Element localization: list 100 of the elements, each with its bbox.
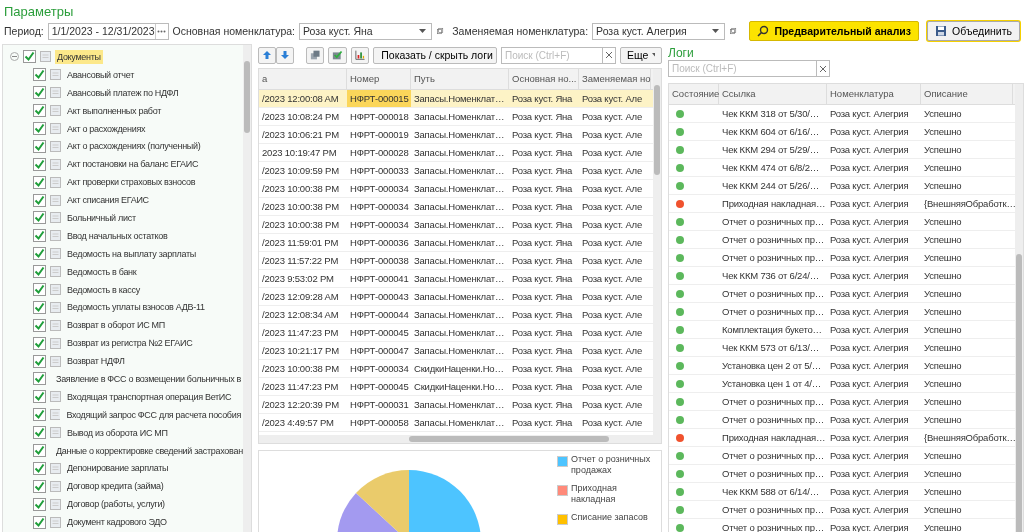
scrollbar[interactable] <box>653 69 661 443</box>
scrollbar[interactable] <box>1015 84 1023 532</box>
column-header[interactable]: Номер <box>347 69 411 89</box>
column-header[interactable]: Путь <box>411 69 509 89</box>
checkbox[interactable] <box>33 175 46 189</box>
column-header[interactable]: Описание <box>921 84 1013 104</box>
tree-item[interactable]: Ведомость на выплату зарплаты <box>65 246 198 261</box>
table-row[interactable]: /2023 12:20:39 PM НФРТ-000031 Запасы.Номенклат… Роза куст. Яна Роза куст. Але <box>259 396 653 414</box>
tree-item[interactable]: Возврат в оборот ИС МП <box>65 318 167 333</box>
tree-item[interactable]: Акт о расхождениях <box>65 121 148 136</box>
scrollbar[interactable] <box>259 435 653 443</box>
tree-item[interactable]: Акт списания ЕГАИС <box>65 193 151 208</box>
tree-item[interactable]: Ведомость в кассу <box>65 282 142 297</box>
more-button[interactable]: Еще <box>619 46 662 64</box>
search-field[interactable]: Поиск (Ctrl+F) <box>668 60 817 77</box>
column-header[interactable]: а <box>259 69 347 89</box>
tree-item[interactable]: Акт постановки на баланс ЕГАИС <box>65 157 201 172</box>
tree-item[interactable]: Депонирование зарплаты <box>65 461 171 476</box>
table-row[interactable]: /2023 10:00:38 PM НФРТ-000034 Запасы.Номенклат… Роза куст. Яна Роза куст. Але <box>259 216 653 234</box>
column-header[interactable]: Состояние <box>669 84 719 104</box>
checkbox[interactable] <box>23 50 36 64</box>
checkbox[interactable] <box>33 211 46 225</box>
table-row[interactable]: /2023 11:59:01 PM НФРТ-000036 Запасы.Номенклат… Роза куст. Яна Роза куст. Але <box>259 234 653 252</box>
tree-item[interactable]: Договор кредита (займа) <box>65 479 166 494</box>
tree-item[interactable]: Входящая транспортная операция ВетИС <box>65 389 234 404</box>
tree-item[interactable]: Возврат НДФЛ <box>65 354 127 369</box>
copy-button[interactable] <box>306 46 325 64</box>
table-row[interactable]: /2023 9:53:02 PM НФРТ-000041 Запасы.Номенклат… Роза куст. Яна Роза куст. Але <box>259 270 653 288</box>
tree-item[interactable]: Документ кадрового ЭДО <box>65 515 169 530</box>
tree-item[interactable]: Акт проверки страховых взносов <box>65 175 198 190</box>
tree-item[interactable]: Больничный лист <box>65 210 138 225</box>
table-row[interactable]: /2023 4:49:57 PM НФРТ-000058 Запасы.Номенклат… Роза куст. Яна Роза куст. Але <box>259 414 653 432</box>
checkbox[interactable] <box>33 390 46 404</box>
checkbox[interactable] <box>33 157 46 171</box>
checkbox[interactable] <box>33 265 46 279</box>
move-down-button[interactable] <box>276 46 294 64</box>
table-row[interactable]: /2023 10:09:59 PM НФРТ-000033 Запасы.Номенклат… Роза куст. Яна Роза куст. Але <box>259 162 653 180</box>
clear-button[interactable] <box>817 60 830 77</box>
checkbox[interactable] <box>33 122 46 135</box>
table-row[interactable]: /2023 11:47:23 PM НФРТ-000045 СкидкиНаценки.Но… Роза куст. Яна Роза куст. Але <box>259 378 653 396</box>
tree-item[interactable]: Входящий запрос ФСС для расчета пособия <box>64 407 243 422</box>
tree-item[interactable]: Авансовый платеж по НДФЛ <box>65 85 181 100</box>
checkbox[interactable] <box>33 408 46 422</box>
column-header[interactable]: Основная но... <box>509 69 579 89</box>
merge-button[interactable]: Объединить <box>927 21 1020 41</box>
checkbox[interactable] <box>33 318 46 332</box>
tree-item[interactable]: Акт о расхождениях (полученный) <box>65 139 203 154</box>
search-field[interactable]: Поиск (Ctrl+F) <box>500 46 603 64</box>
checkbox[interactable] <box>33 354 46 368</box>
checkbox[interactable] <box>33 283 46 296</box>
checkbox[interactable] <box>33 300 46 314</box>
checkbox[interactable] <box>33 497 46 511</box>
checkbox[interactable] <box>33 139 46 153</box>
table-row[interactable]: /2023 10:00:38 PM НФРТ-000034 Запасы.Номенклат… Роза куст. Яна Роза куст. Але <box>259 198 653 216</box>
tree-item[interactable]: Ведомость уплаты взносов АДВ-11 <box>65 300 207 315</box>
main-item-field[interactable]: Роза куст. Яна <box>299 22 433 40</box>
toggle-logs-button[interactable]: Показать / скрыть логи <box>373 46 497 64</box>
table-row[interactable]: /2023 10:00:38 PM НФРТ-000034 СкидкиНаценки.Но… Роза куст. Яна Роза куст. Але <box>259 360 653 378</box>
tree-item[interactable]: Вывод из оборота ИС МП <box>65 425 170 440</box>
column-header[interactable]: Ссылка <box>719 84 827 104</box>
tree-item[interactable]: Ввод начальных остатков <box>65 228 170 243</box>
table-row[interactable]: /2023 11:47:23 PM НФРТ-000045 Запасы.Номенклат… Роза куст. Яна Роза куст. Але <box>259 324 653 342</box>
clear-button[interactable] <box>602 46 616 64</box>
tree-item[interactable]: Заявление в ФСС о возмещении больничных в <box>54 371 243 386</box>
tree-item[interactable]: Акт выполненных работ <box>65 103 164 118</box>
checkbox[interactable] <box>33 104 46 118</box>
tree-item[interactable]: Документы <box>55 49 103 64</box>
table-row[interactable]: /2023 12:00:08 AM НФРТ-000015 Запасы.Номенклат… Роза куст. Яна Роза куст. Але <box>259 90 653 108</box>
chart-button[interactable] <box>350 46 370 64</box>
tree-item[interactable]: Ведомость в банк <box>65 264 139 279</box>
collapse-icon[interactable] <box>10 52 19 62</box>
checkbox[interactable] <box>33 86 46 100</box>
analysis-button[interactable]: Предварительный анализ <box>749 21 920 41</box>
table-row[interactable]: /2023 10:00:38 PM НФРТ-000034 Запасы.Номенклат… Роза куст. Яна Роза куст. Але <box>259 180 653 198</box>
select-period-icon[interactable] <box>154 23 168 39</box>
table-row[interactable]: /2023 10:08:24 PM НФРТ-000018 Запасы.Номенклат… Роза куст. Яна Роза куст. Але <box>259 108 653 126</box>
tree-item[interactable]: Договор (работы, услуги) <box>65 497 167 512</box>
checkbox[interactable] <box>33 461 46 475</box>
checkbox[interactable] <box>33 68 46 82</box>
move-up-button[interactable] <box>258 46 276 64</box>
table-row[interactable]: /2023 12:09:28 AM НФРТ-000043 Запасы.Номенклат… Роза куст. Яна Роза куст. Але <box>259 288 653 306</box>
open-link-icon[interactable] <box>436 25 445 37</box>
tree-item[interactable]: Данные о корректировке сведений застрахован <box>54 443 243 458</box>
dropdown-icon[interactable] <box>419 29 427 33</box>
checkbox[interactable] <box>33 515 46 529</box>
open-link-icon[interactable] <box>729 25 738 37</box>
period-field[interactable]: 1/1/2023 - 12/31/2023 <box>47 22 169 40</box>
column-header[interactable]: Заменяемая но <box>579 69 651 89</box>
table-row[interactable]: 2023 10:19:47 PM НФРТ-000028 Запасы.Номенклат… Роза куст. Яна Роза куст. Але <box>259 144 653 162</box>
scrollbar[interactable] <box>243 45 251 532</box>
dropdown-icon[interactable] <box>712 29 720 33</box>
checkbox[interactable] <box>33 247 46 261</box>
checkbox[interactable] <box>33 193 46 207</box>
tree-item[interactable]: Авансовый отчет <box>65 67 136 82</box>
checkbox[interactable] <box>33 444 46 458</box>
column-header[interactable]: Номенклатура <box>827 84 921 104</box>
table-row[interactable]: /2023 10:21:17 PM НФРТ-000047 Запасы.Номенклат… Роза куст. Яна Роза куст. Але <box>259 342 653 360</box>
replace-item-field[interactable]: Роза куст. Алегрия <box>592 22 726 40</box>
table-row[interactable]: /2023 11:57:22 PM НФРТ-000038 Запасы.Номенклат… Роза куст. Яна Роза куст. Але <box>259 252 653 270</box>
checkbox[interactable] <box>33 229 46 243</box>
